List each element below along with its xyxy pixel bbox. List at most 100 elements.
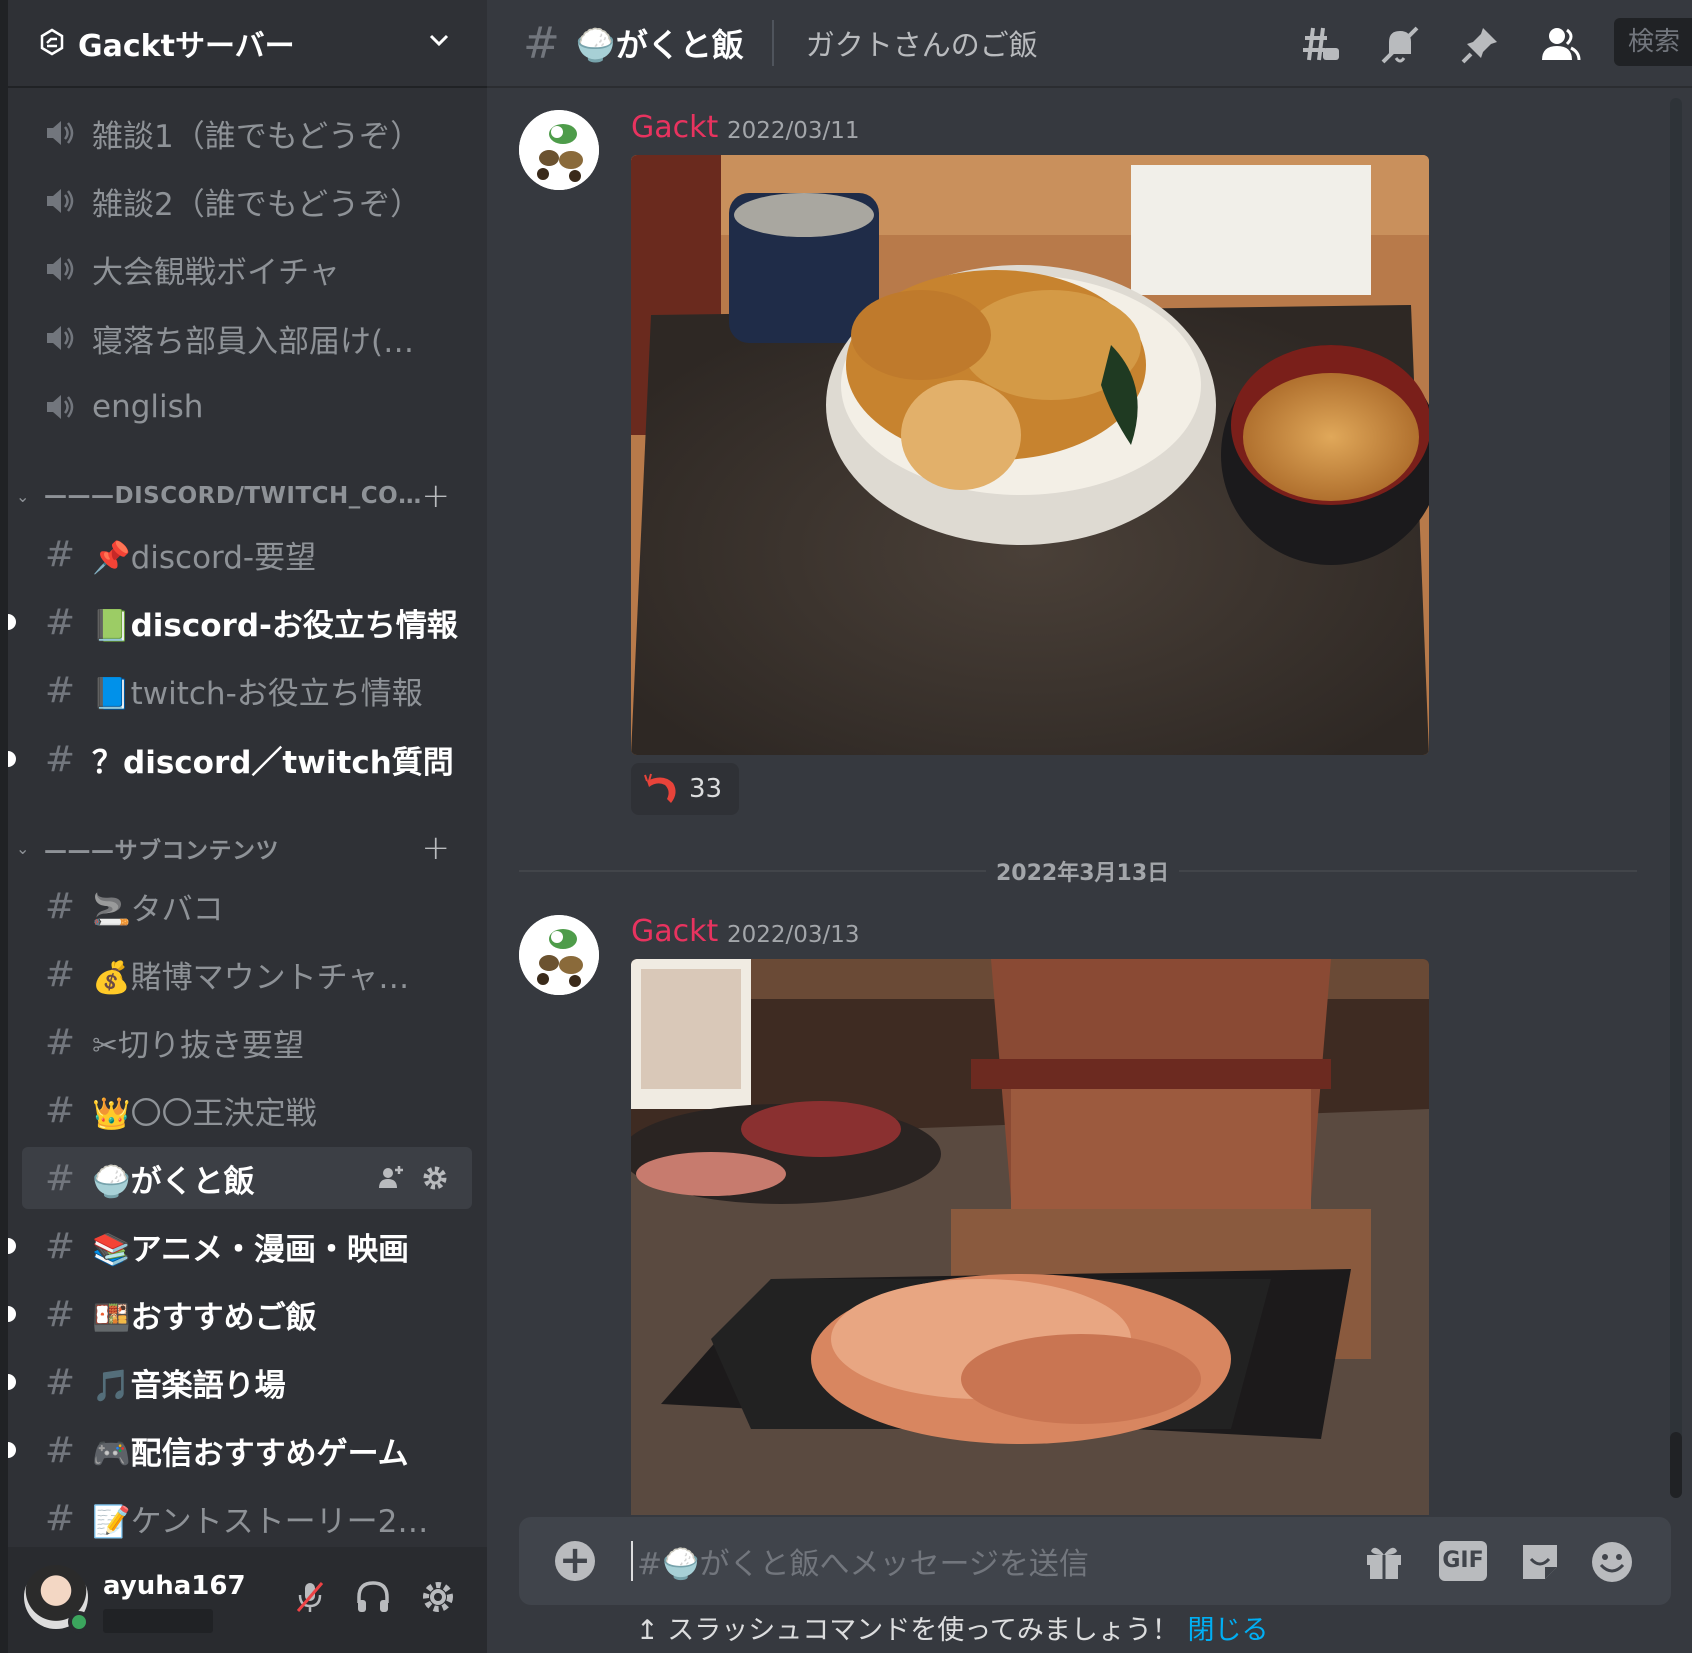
message-input[interactable]: #🍚がくと飯へメッセージを送信	[637, 1539, 1089, 1583]
text-channel[interactable]: # 🍱おすすめご飯	[22, 1283, 472, 1345]
voice-channel[interactable]: 大会観戦ボイチャ	[22, 238, 472, 300]
message-timestamp: 2022/03/11	[727, 118, 860, 144]
category-header[interactable]: ⌄ ———DISCORD/TWITCH_CO… +	[12, 476, 472, 516]
mic-muted-icon[interactable]	[290, 1577, 330, 1617]
emoji-icon[interactable]	[1589, 1539, 1635, 1585]
user-panel: ayuha167	[8, 1547, 487, 1653]
text-channel[interactable]: # 🚬タバコ	[22, 875, 472, 937]
channel-label: ✂切り抜き要望	[92, 1027, 304, 1064]
speaker-icon	[36, 390, 84, 424]
server-name: Gacktサーバー	[78, 29, 295, 64]
server-header[interactable]: Gacktサーバー	[8, 0, 487, 88]
chevron-down-icon: ⌄	[16, 486, 30, 506]
category-label: ———DISCORD/TWITCH_CO…	[44, 483, 422, 509]
voice-channel-label: 雑談1（誰でもどうぞ）	[92, 118, 422, 155]
hash-icon: #	[523, 17, 560, 69]
voice-channel[interactable]: english	[22, 376, 472, 438]
channel-label: 📝ケントストーリー2…	[92, 1503, 429, 1540]
voice-channel[interactable]: 雑談1（誰でもどうぞ）	[22, 102, 472, 164]
text-channel[interactable]: # ？discord／twitch質問	[22, 728, 472, 790]
scrollbar-track[interactable]	[1670, 98, 1682, 1498]
unread-indicator	[8, 614, 16, 630]
speaker-icon	[36, 116, 84, 150]
gif-button[interactable]: GIF	[1439, 1541, 1487, 1581]
message-composer[interactable]: + #🍚がくと飯へメッセージを送信 GIF	[519, 1517, 1671, 1605]
channel-label: 🍚がくと飯	[92, 1163, 255, 1200]
channel-header: # 🍚がくと飯 ガクトさんのご飯 検索	[487, 0, 1692, 88]
user-settings-gear-icon[interactable]	[418, 1577, 458, 1617]
add-channel-icon[interactable]: +	[422, 828, 451, 868]
reaction-count: 33	[689, 774, 723, 804]
channel-title: 🍚がくと飯	[575, 26, 744, 64]
gear-icon[interactable]	[420, 1163, 450, 1193]
text-channel[interactable]: # ✂切り抜き要望	[22, 1011, 472, 1073]
upload-plus-icon[interactable]: +	[555, 1541, 595, 1581]
channel-sidebar: Gacktサーバー 雑談1（誰でもどうぞ） 雑談2（誰でもどうぞ） 大会観戦ボイ…	[0, 0, 487, 1653]
hash-icon: #	[44, 1225, 76, 1267]
hash-icon: #	[44, 885, 76, 927]
message-author[interactable]: Gackt	[631, 110, 718, 145]
search-input[interactable]: 検索	[1614, 18, 1692, 66]
notification-muted-icon[interactable]	[1377, 22, 1423, 68]
message-image-yakiniku[interactable]	[631, 959, 1429, 1515]
message-image-tendon[interactable]	[631, 155, 1429, 755]
hash-icon: #	[44, 738, 76, 780]
chevron-down-icon: ⌄	[16, 838, 30, 858]
text-channel[interactable]: # 👑〇〇王決定戦	[22, 1079, 472, 1141]
message-timestamp: 2022/03/13	[727, 922, 860, 948]
channel-label: 📗discord-お役立ち情報	[92, 607, 458, 644]
author-avatar[interactable]	[519, 915, 599, 995]
add-member-icon[interactable]	[376, 1163, 406, 1193]
unread-indicator	[8, 1306, 16, 1322]
threads-icon[interactable]	[1297, 22, 1343, 68]
voice-channel-label: english	[92, 389, 204, 425]
hash-icon: #	[44, 1021, 76, 1063]
author-avatar[interactable]	[519, 110, 599, 190]
arrow-up-icon: ↥	[636, 1615, 668, 1646]
hash-icon: #	[44, 953, 76, 995]
channel-topic: ガクトさんのご飯	[805, 28, 1038, 62]
channel-label: 👑〇〇王決定戦	[92, 1095, 317, 1132]
add-channel-icon[interactable]: +	[422, 476, 451, 516]
reaction-button[interactable]: 33	[631, 763, 739, 815]
text-channel[interactable]: # 📗discord-お役立ち情報	[22, 591, 472, 653]
category-header[interactable]: ⌄ ———サブコンテンツ +	[12, 828, 472, 868]
message-author[interactable]: Gackt	[631, 914, 718, 949]
hash-icon: #	[44, 1361, 76, 1403]
hash-icon: #	[44, 669, 76, 711]
text-channel[interactable]: # 📘twitch-お役立ち情報	[22, 659, 472, 721]
online-status-icon	[68, 1611, 90, 1633]
voice-channel-label: 大会観戦ボイチャ	[92, 254, 340, 291]
close-hint-link[interactable]: 閉じる	[1187, 1615, 1268, 1646]
hash-icon: #	[44, 1157, 76, 1199]
shrimp-emoji-icon	[644, 773, 676, 803]
hash-icon: #	[44, 1293, 76, 1335]
text-channel[interactable]: # 📝ケントストーリー2…	[22, 1487, 472, 1549]
channel-label: 🍱おすすめご飯	[92, 1299, 317, 1336]
channel-label: 🚬タバコ	[92, 891, 224, 928]
scrollbar-thumb[interactable]	[1670, 1432, 1682, 1498]
unread-indicator	[8, 1442, 16, 1458]
category-label: ———サブコンテンツ	[44, 838, 279, 864]
voice-channel[interactable]: 寝落ち部員入部届け(…	[22, 307, 472, 369]
gift-icon[interactable]	[1361, 1539, 1407, 1585]
member-list-icon[interactable]	[1537, 22, 1583, 68]
text-channel[interactable]: # 📚アニメ・漫画・映画	[22, 1215, 472, 1277]
channel-label: 🎵音楽語り場	[92, 1367, 286, 1404]
text-channel-active[interactable]: # 🍚がくと飯	[22, 1147, 472, 1209]
unread-indicator	[8, 751, 16, 767]
sticker-icon[interactable]	[1517, 1539, 1563, 1585]
text-channel[interactable]: # 💰賭博マウントチャ…	[22, 943, 472, 1005]
voice-channel[interactable]: 雑談2（誰でもどうぞ）	[22, 170, 472, 232]
channel-label: ？discord／twitch質問	[92, 744, 454, 781]
text-channel[interactable]: # 🎵音楽語り場	[22, 1351, 472, 1413]
text-channel[interactable]: # 📌discord-要望	[22, 523, 472, 585]
unread-indicator	[8, 1374, 16, 1390]
chevron-down-icon[interactable]	[425, 26, 453, 54]
headphones-icon[interactable]	[353, 1577, 393, 1617]
pin-icon[interactable]	[1457, 22, 1503, 68]
hash-icon: #	[44, 1089, 76, 1131]
text-channel[interactable]: # 🎮配信おすすめゲーム	[22, 1419, 472, 1481]
speaker-icon	[36, 184, 84, 218]
hash-icon: #	[44, 1429, 76, 1471]
